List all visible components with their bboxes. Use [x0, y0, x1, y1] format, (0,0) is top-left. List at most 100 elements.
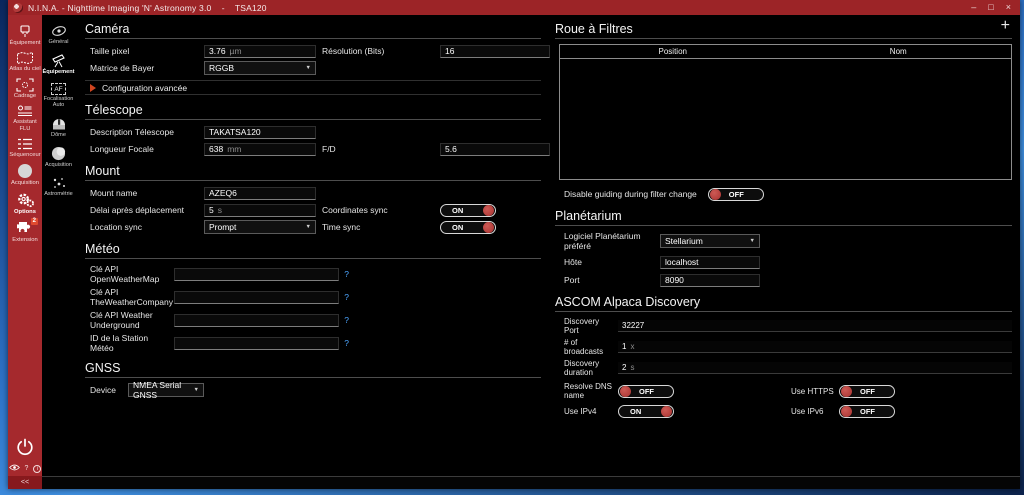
camera-section-title: Caméra: [85, 22, 541, 39]
maximize-button[interactable]: □: [988, 3, 993, 12]
location-sync-select[interactable]: Prompt▼: [204, 220, 316, 234]
resolve-dns-toggle[interactable]: OFF: [618, 385, 674, 398]
filter-table-body[interactable]: [560, 59, 1011, 179]
pixel-size-input[interactable]: 3.76µm: [204, 45, 316, 58]
focal-length-input[interactable]: 638mm: [204, 143, 316, 156]
sidebar-item-equipment[interactable]: Équipement: [8, 22, 42, 49]
tab-autofocus[interactable]: AF Focalisation Auto: [42, 81, 75, 111]
resolution-input[interactable]: 16: [440, 45, 550, 58]
use-ipv6-toggle[interactable]: OFF: [839, 405, 895, 418]
map-icon: [16, 51, 34, 65]
telescope-icon: [51, 53, 67, 68]
tab-dome[interactable]: Dôme: [42, 115, 75, 141]
power-button[interactable]: [15, 437, 35, 462]
chevron-down-icon: ▼: [306, 224, 311, 230]
gnss-device-select[interactable]: NMEA Serial GNSS▼: [128, 383, 204, 397]
filter-wheel-section-title: Roue à Filtres +: [555, 22, 1012, 39]
weather-station-id-input[interactable]: [174, 337, 339, 350]
focal-ratio-label: F/D: [318, 144, 438, 154]
planetarium-host-input[interactable]: localhost: [660, 256, 760, 269]
filter-table[interactable]: Position Nom: [559, 44, 1012, 180]
broadcasts-input[interactable]: 1x: [618, 341, 1012, 353]
expander-arrow-icon: [90, 84, 96, 92]
coordinates-sync-label: Coordinates sync: [318, 205, 438, 215]
planetarium-section-title: Planétarium: [555, 209, 1012, 226]
tab-astrometry[interactable]: Astrométrie: [42, 174, 75, 200]
weather-station-id-label: ID de la Station Météo: [90, 333, 172, 353]
disable-guiding-toggle[interactable]: OFF: [708, 188, 764, 201]
gnss-device-label: Device: [90, 385, 120, 395]
use-ipv6-label: Use IPv6: [791, 407, 839, 416]
help-icon[interactable]: ?: [25, 465, 29, 472]
location-sync-label: Location sync: [90, 222, 202, 232]
weatherunderground-help-link[interactable]: ?: [344, 315, 349, 325]
close-button[interactable]: ×: [1006, 3, 1011, 12]
sidebar-item-sequencer[interactable]: Séquenceur: [8, 135, 42, 161]
gnss-section-title: GNSS: [85, 361, 541, 378]
weather-station-help-link[interactable]: ?: [344, 338, 349, 348]
eye-icon[interactable]: [9, 464, 20, 473]
telescope-desc-label: Description Télescope: [90, 127, 202, 137]
weatherunderground-key-input[interactable]: [174, 314, 339, 327]
sidebar-item-options[interactable]: Options: [8, 190, 42, 218]
plugin-count-badge: 2: [31, 218, 38, 225]
flat-panel-icon: [16, 104, 34, 118]
moon-icon: [51, 146, 66, 161]
collapse-sidebar-button[interactable]: <<: [8, 476, 42, 489]
telescope-desc-input[interactable]: TAKATSA120: [204, 126, 316, 139]
use-ipv4-label: Use IPv4: [564, 407, 618, 416]
openweathermap-key-input[interactable]: [174, 268, 339, 281]
pixel-size-label: Taille pixel: [90, 46, 202, 56]
theweathercompany-help-link[interactable]: ?: [344, 292, 349, 302]
focal-length-label: Longueur Focale: [90, 144, 202, 154]
use-https-toggle[interactable]: OFF: [839, 385, 895, 398]
openweathermap-key-label: Clé API OpenWeatherMap: [90, 264, 172, 284]
planetarium-port-input[interactable]: 8090: [660, 274, 760, 287]
camera-advanced-expander[interactable]: Configuration avancée: [85, 80, 541, 95]
settle-time-label: Délai après déplacement: [90, 205, 202, 215]
filter-col-name: Nom: [786, 47, 1012, 56]
resolution-label: Résolution (Bits): [318, 46, 438, 56]
mount-section-title: Mount: [85, 164, 541, 181]
coordinates-sync-toggle[interactable]: ON: [440, 204, 496, 217]
disable-guiding-label: Disable guiding during filter change: [564, 189, 701, 199]
discovery-duration-label: Discovery duration: [564, 359, 618, 377]
dome-icon: [51, 117, 67, 131]
discovery-duration-input[interactable]: 2s: [618, 362, 1012, 374]
title-bar[interactable]: N.I.N.A. - Nighttime Imaging 'N' Astrono…: [8, 0, 1020, 15]
time-sync-toggle[interactable]: ON: [440, 221, 496, 234]
galaxy-icon: [51, 24, 67, 38]
focal-ratio-input[interactable]: 5.6: [440, 143, 550, 156]
bayer-pattern-select[interactable]: RGGB▼: [204, 61, 316, 75]
planetarium-software-select[interactable]: Stellarium▼: [660, 234, 760, 248]
openweathermap-help-link[interactable]: ?: [344, 269, 349, 279]
options-tab-strip: Général Équipement AF Focalisation Auto …: [42, 15, 75, 476]
add-filter-button[interactable]: +: [1001, 18, 1010, 34]
telescope-section-title: Télescope: [85, 103, 541, 120]
tab-imaging[interactable]: Acquisition: [42, 144, 75, 171]
equipment-settings-page: Caméra Taille pixel 3.76µm Résolution (B…: [75, 15, 1020, 476]
time-sync-label: Time sync: [318, 222, 438, 232]
resolve-dns-label: Resolve DNS name: [564, 382, 618, 400]
minimize-button[interactable]: –: [971, 3, 976, 12]
filter-col-position: Position: [560, 47, 786, 56]
sidebar-item-flat-wizard[interactable]: Assistant FLU: [8, 102, 42, 135]
framing-icon: [16, 78, 34, 92]
primary-sidebar: Équipement Atlas du ciel Cadrage Assista…: [8, 15, 42, 476]
use-ipv4-toggle[interactable]: ON: [618, 405, 674, 418]
discovery-port-label: Discovery Port: [564, 317, 618, 335]
theweathercompany-key-input[interactable]: [174, 291, 339, 304]
mount-name-label: Mount name: [90, 188, 202, 198]
sidebar-item-imaging[interactable]: Acquisition: [8, 161, 42, 189]
chevron-down-icon: ▼: [750, 238, 755, 244]
info-icon[interactable]: i: [33, 465, 41, 473]
mount-name-input[interactable]: AZEQ6: [204, 187, 316, 200]
settle-time-input[interactable]: 5s: [204, 204, 316, 217]
discovery-port-input[interactable]: 32227: [618, 320, 1012, 332]
sidebar-item-plugins[interactable]: 2 Extension: [8, 218, 42, 246]
tab-general[interactable]: Général: [42, 22, 75, 48]
gear-icon: [16, 192, 35, 208]
sidebar-item-sky-atlas[interactable]: Atlas du ciel: [8, 49, 42, 75]
sidebar-item-framing[interactable]: Cadrage: [8, 76, 42, 102]
tab-equipment[interactable]: Équipement: [42, 51, 75, 78]
